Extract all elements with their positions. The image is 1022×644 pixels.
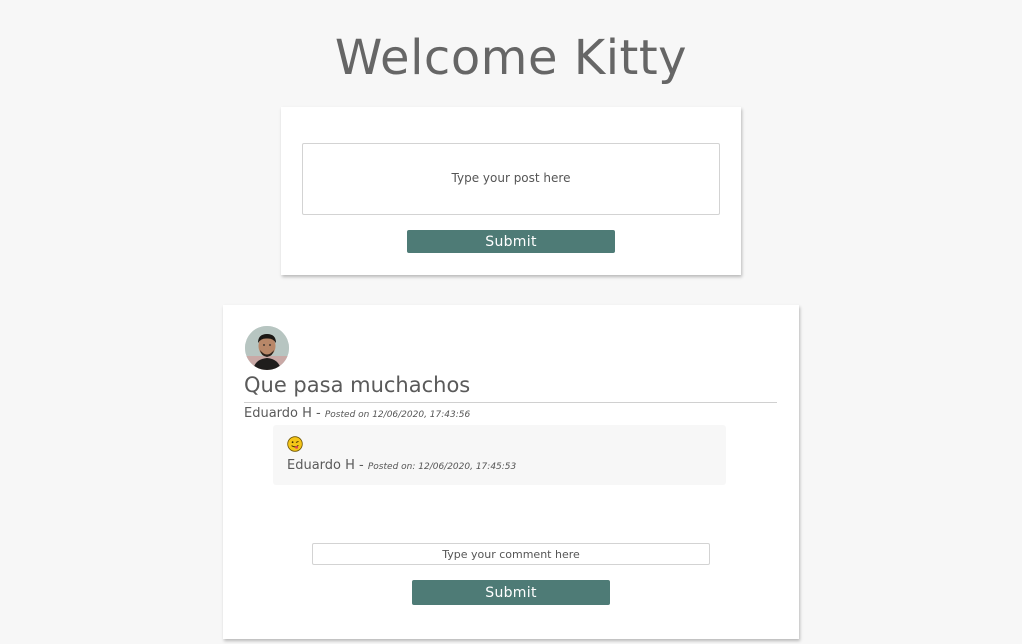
avatar <box>245 326 289 370</box>
comment-meta: Eduardo H - Posted on: 12/06/2020, 17:45… <box>287 458 516 473</box>
post-input[interactable] <box>302 143 720 215</box>
comment-date: Posted on: 12/06/2020, 17:45:53 <box>367 462 517 472</box>
post-text: Que pasa muchachos <box>244 373 471 397</box>
post-date: Posted on 12/06/2020, 17:43:56 <box>324 410 471 420</box>
post-meta: Eduardo H - Posted on 12/06/2020, 17:43:… <box>244 406 470 421</box>
comment-meta-separator: - <box>354 458 368 473</box>
comment-author: Eduardo H <box>287 458 355 473</box>
post-card: Que pasa muchachos Eduardo H - Posted on… <box>223 305 799 639</box>
comment-input[interactable] <box>312 543 710 565</box>
post-submit-button[interactable]: Submit <box>407 230 615 253</box>
tongue-out-emoji-icon <box>287 436 303 452</box>
page-title: Welcome Kitty <box>334 30 688 86</box>
post-meta-separator: - <box>311 406 325 421</box>
post-author: Eduardo H <box>244 406 312 421</box>
comment-item: Eduardo H - Posted on: 12/06/2020, 17:45… <box>273 425 726 485</box>
post-divider <box>244 402 777 403</box>
new-post-card: Submit <box>281 107 741 275</box>
comment-submit-button[interactable]: Submit <box>412 580 610 605</box>
avatar-photo-icon <box>245 326 289 370</box>
